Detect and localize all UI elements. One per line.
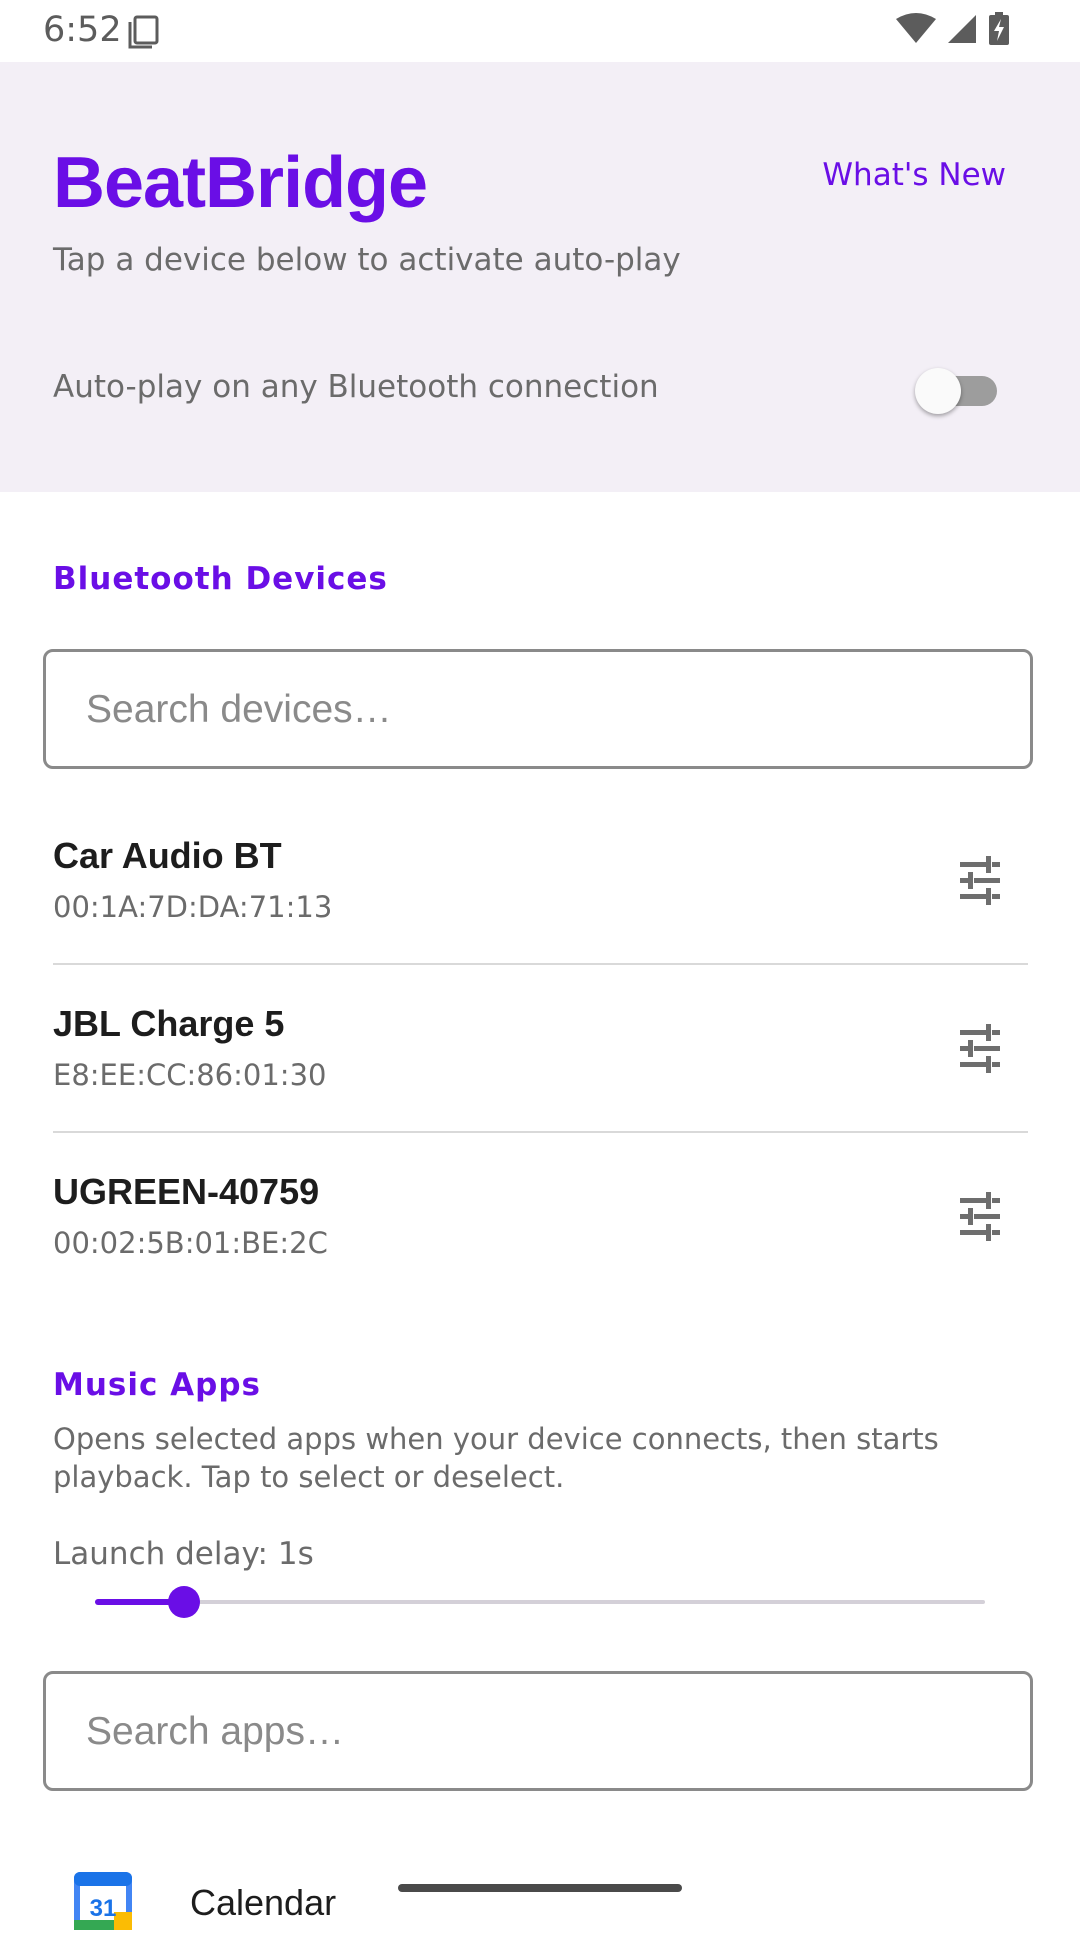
toggle-thumb: [915, 368, 961, 414]
device-mac: 00:1A:7D:DA:71:13: [53, 890, 333, 924]
status-icons: [896, 12, 1010, 50]
device-search-box[interactable]: [43, 649, 1033, 769]
app-search-box[interactable]: [43, 1671, 1033, 1791]
launch-delay-label: Launch delay: 1s: [53, 1536, 314, 1572]
device-name: Car Audio BT: [53, 835, 282, 876]
device-search-input[interactable]: [84, 652, 988, 768]
status-bar: 6:52: [0, 0, 1080, 62]
tune-icon[interactable]: [950, 1019, 1010, 1079]
device-mac: E8:EE:CC:86:01:30: [53, 1058, 327, 1092]
device-row[interactable]: Car Audio BT 00:1A:7D:DA:71:13: [0, 808, 1080, 976]
header: BeatBridge What's New Tap a device below…: [0, 62, 1080, 492]
bluetooth-section-title: Bluetooth Devices: [53, 561, 388, 597]
device-name: UGREEN-40759: [53, 1171, 320, 1212]
slider-track: [95, 1600, 985, 1604]
calendar-icon: 31: [72, 1870, 134, 1932]
music-apps-section-title: Music Apps: [53, 1367, 261, 1403]
wifi-icon: [896, 13, 936, 49]
music-apps-description: Opens selected apps when your device con…: [53, 1422, 939, 1494]
device-divider: [53, 963, 1028, 965]
gesture-navigation-bar[interactable]: [398, 1884, 682, 1892]
device-row[interactable]: JBL Charge 5 E8:EE:CC:86:01:30: [0, 976, 1080, 1144]
device-name: JBL Charge 5: [53, 1003, 285, 1044]
whats-new-button[interactable]: What's New: [822, 157, 1006, 193]
launch-delay-slider[interactable]: [95, 1580, 985, 1624]
app-search-input[interactable]: [84, 1674, 988, 1790]
app-name: Calendar: [190, 1882, 337, 1923]
notification-icon: [126, 14, 162, 54]
slider-thumb[interactable]: [168, 1586, 200, 1618]
app-title: BeatBridge: [53, 143, 428, 223]
battery-charging-icon: [988, 12, 1010, 50]
autoplay-any-toggle[interactable]: [915, 368, 997, 414]
tune-icon[interactable]: [950, 1187, 1010, 1247]
device-mac: 00:02:5B:01:BE:2C: [53, 1226, 328, 1260]
header-subtitle: Tap a device below to activate auto-play: [53, 242, 681, 278]
tune-icon[interactable]: [950, 851, 1010, 911]
status-time: 6:52: [43, 10, 122, 50]
device-divider: [53, 1131, 1028, 1133]
calendar-icon-text: 31: [90, 1895, 117, 1922]
device-row[interactable]: UGREEN-40759 00:02:5B:01:BE:2C: [0, 1144, 1080, 1312]
signal-icon: [946, 13, 978, 49]
autoplay-any-label: Auto-play on any Bluetooth connection: [53, 369, 659, 405]
